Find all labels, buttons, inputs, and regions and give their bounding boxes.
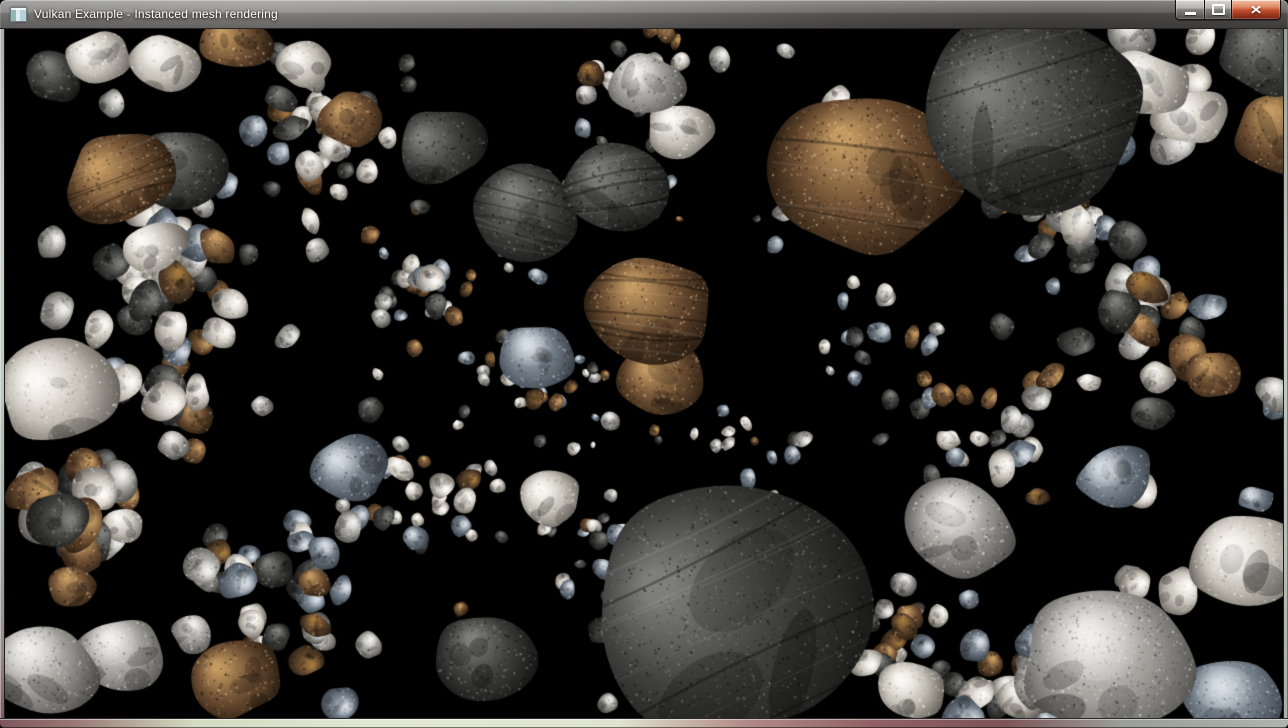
window-titlebar[interactable]: Vulkan Example - Instanced mesh renderin… [0,0,1288,29]
application-icon[interactable] [10,7,27,22]
maximize-button[interactable] [1205,0,1232,20]
window-controls: ✕ [1175,0,1281,20]
close-button[interactable]: ✕ [1232,0,1281,20]
window-border-bottom[interactable] [0,718,1288,728]
window-title: Vulkan Example - Instanced mesh renderin… [34,7,278,21]
close-icon: ✕ [1250,4,1263,16]
window-body [0,29,1288,718]
window-border-right[interactable] [1283,29,1288,718]
minimize-icon [1185,12,1196,15]
app-window: Vulkan Example - Instanced mesh renderin… [0,0,1288,728]
render-viewport[interactable] [5,29,1283,718]
minimize-button[interactable] [1175,0,1205,20]
maximize-icon [1212,4,1225,15]
